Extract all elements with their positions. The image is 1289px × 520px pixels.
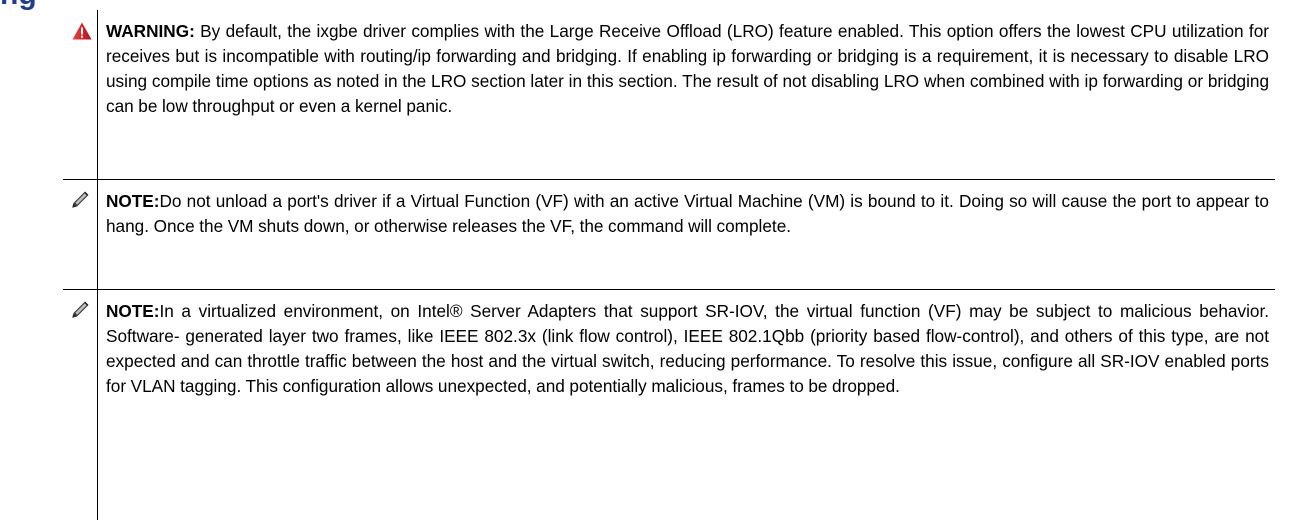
- note-icon-cell: [63, 290, 98, 520]
- note-label: NOTE:: [106, 191, 159, 211]
- note-body: Do not unload a port's driver if a Virtu…: [106, 191, 1269, 236]
- note-row: NOTE:In a virtualized environment, on In…: [63, 290, 1275, 520]
- note-icon-cell: [63, 180, 98, 290]
- notes-table: WARNING: By default, the ixgbe driver co…: [63, 10, 1275, 520]
- warning-label: WARNING:: [106, 21, 195, 41]
- note-body: In a virtualized environment, on Intel® …: [106, 301, 1269, 396]
- note-text: NOTE:Do not unload a port's driver if a …: [98, 180, 1276, 290]
- note-label: NOTE:: [106, 301, 159, 321]
- warning-body: By default, the ixgbe driver complies wi…: [106, 21, 1269, 116]
- section-heading-fragment: ng: [0, 0, 60, 10]
- pencil-icon: [71, 301, 89, 319]
- warning-triangle-icon: [72, 22, 92, 40]
- note-row: NOTE:Do not unload a port's driver if a …: [63, 180, 1275, 290]
- warning-text: WARNING: By default, the ixgbe driver co…: [98, 10, 1276, 180]
- warning-row: WARNING: By default, the ixgbe driver co…: [63, 10, 1275, 180]
- pencil-icon: [71, 191, 89, 209]
- note-text: NOTE:In a virtualized environment, on In…: [98, 290, 1276, 520]
- warning-icon-cell: [63, 10, 98, 180]
